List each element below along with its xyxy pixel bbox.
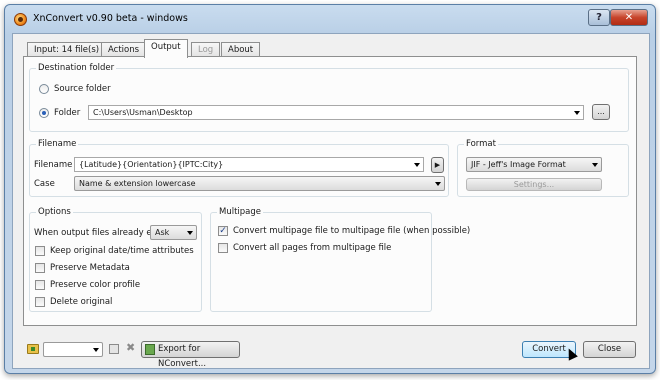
exists-value: Ask <box>155 228 170 237</box>
delete-icon[interactable]: ✖ <box>126 341 135 354</box>
source-folder-radio[interactable] <box>39 84 49 94</box>
tab-log[interactable]: Log <box>191 42 221 57</box>
chevron-down-icon <box>187 231 193 235</box>
source-folder-label: Source folder <box>54 84 111 94</box>
close-window-button[interactable]: ✕ <box>610 9 648 26</box>
format-settings-button[interactable]: Settings... <box>466 178 602 191</box>
folder-path-value: C:\Users\Usman\Desktop <box>93 108 193 117</box>
filename-label: Filename <box>34 160 73 170</box>
preserve-metadata-checkbox[interactable] <box>35 263 45 273</box>
insert-tag-button[interactable]: ▶ <box>431 157 444 173</box>
folder-label: Folder <box>54 108 81 118</box>
chevron-down-icon <box>435 182 441 186</box>
multipage-title: Multipage <box>217 207 264 217</box>
output-panel: Destination folder Source folder Folder … <box>23 56 637 326</box>
delete-original-checkbox[interactable] <box>35 297 45 307</box>
chevron-down-icon <box>93 348 99 352</box>
preset-select[interactable] <box>43 342 103 357</box>
exists-select[interactable]: Ask <box>150 225 197 240</box>
client-area: Input: 14 file(s) Actions Output Log Abo… <box>12 33 650 369</box>
keep-date-checkbox[interactable] <box>35 246 45 256</box>
chevron-down-icon <box>414 163 420 167</box>
preserve-metadata-label: Preserve Metadata <box>50 263 130 273</box>
checkmark-icon: ✓ <box>219 226 227 236</box>
convert-multipage-checkbox[interactable]: ✓ <box>218 226 228 236</box>
filename-pattern-value: {Latitude}{Orientation}{IPTC:City} <box>79 160 224 169</box>
case-label: Case <box>34 179 55 189</box>
close-button[interactable]: Close <box>583 341 636 358</box>
xnconvert-logo-icon <box>14 13 27 26</box>
convert-multipage-label: Convert multipage file to multipage file… <box>233 226 471 236</box>
export-nconvert-label: Export for NConvert... <box>158 344 207 369</box>
options-title: Options <box>36 207 73 217</box>
format-group: Format JIF - Jeff's Image Format Setting… <box>457 139 629 197</box>
tab-output[interactable]: Output <box>144 39 188 58</box>
help-button[interactable]: ? <box>588 9 610 26</box>
folder-radio[interactable] <box>39 108 49 118</box>
multipage-group: Multipage ✓ Convert multipage file to mu… <box>210 207 470 312</box>
chevron-down-icon <box>574 111 580 115</box>
play-arrow-icon: ▶ <box>434 161 441 169</box>
save-icon[interactable] <box>109 344 119 354</box>
tab-actions[interactable]: Actions <box>101 42 147 57</box>
exists-label: When output files already exist <box>34 228 167 238</box>
case-select[interactable]: Name & extension lowercase <box>74 176 445 191</box>
window-title: XnConvert v0.90 beta - windows <box>33 13 188 24</box>
format-select[interactable]: JIF - Jeff's Image Format <box>466 157 602 172</box>
preserve-color-checkbox[interactable] <box>35 280 45 290</box>
open-folder-icon[interactable] <box>27 344 39 354</box>
app-window: XnConvert v0.90 beta - windows ? ✕ Input… <box>4 4 656 374</box>
preserve-color-label: Preserve color profile <box>50 280 141 290</box>
tab-input[interactable]: Input: 14 file(s) <box>27 42 107 57</box>
title-bar[interactable]: XnConvert v0.90 beta - windows ? ✕ <box>5 5 655 33</box>
format-title: Format <box>464 139 498 149</box>
destination-folder-group: Destination folder Source folder Folder … <box>29 63 629 132</box>
export-nconvert-button[interactable]: Export for NConvert... <box>141 341 240 369</box>
browse-button[interactable]: ... <box>592 104 610 120</box>
folder-arrow-icon <box>31 347 35 351</box>
delete-original-label: Delete original <box>50 297 113 307</box>
convert-all-pages-label: Convert all pages from multipage file <box>233 243 392 253</box>
tab-about[interactable]: About <box>221 42 261 57</box>
folder-path-field[interactable]: C:\Users\Usman\Desktop <box>88 105 584 120</box>
options-group: Options When output files already exist … <box>29 207 202 312</box>
format-value: JIF - Jeff's Image Format <box>471 160 566 169</box>
convert-all-pages-checkbox[interactable] <box>218 243 228 253</box>
export-icon <box>145 344 155 355</box>
filename-pattern-field[interactable]: {Latitude}{Orientation}{IPTC:City} <box>74 157 424 172</box>
case-value: Name & extension lowercase <box>79 179 196 188</box>
chevron-down-icon <box>592 163 598 167</box>
filename-title: Filename <box>36 139 79 149</box>
keep-date-label: Keep original date/time attributes <box>50 246 194 256</box>
destination-folder-title: Destination folder <box>36 63 117 73</box>
filename-group: Filename Filename {Latitude}{Orientation… <box>29 139 449 197</box>
